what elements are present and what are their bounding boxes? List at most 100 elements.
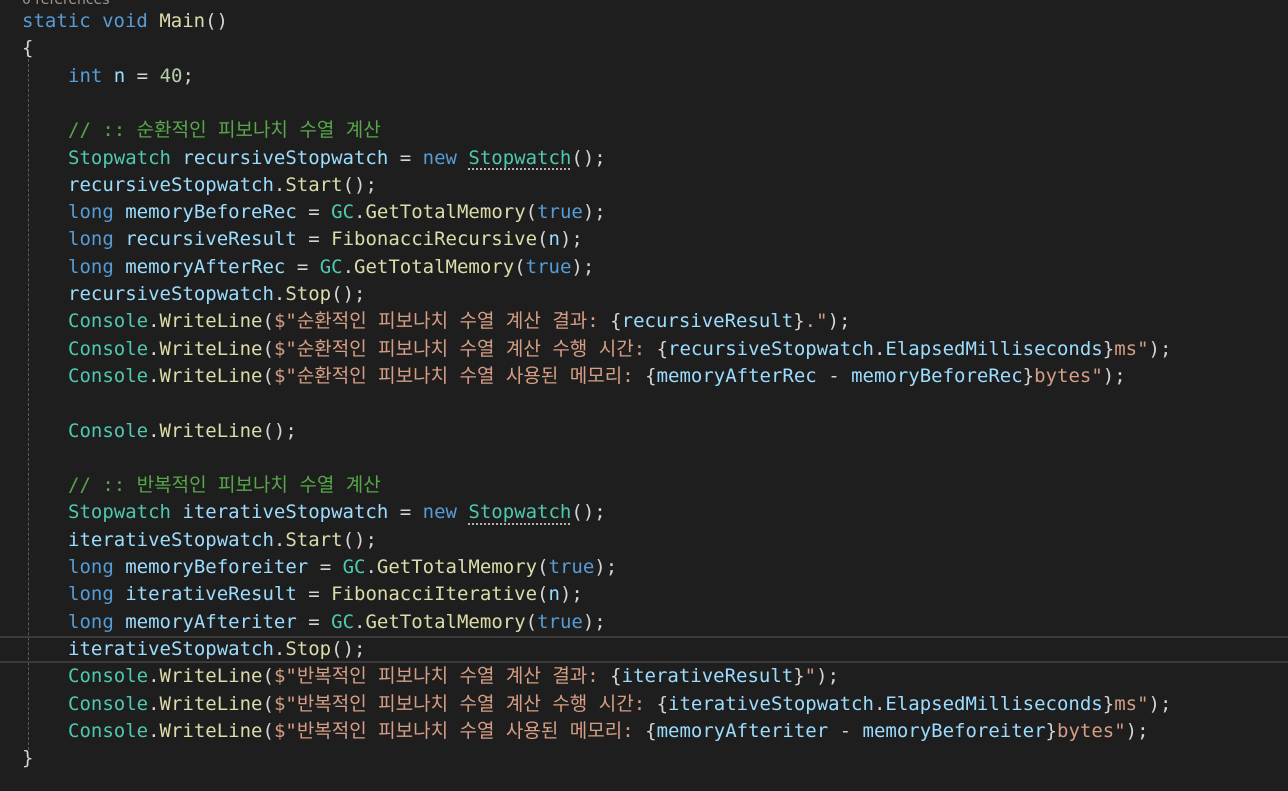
- token-method: WriteLine: [159, 665, 263, 688]
- code-line[interactable]: long memoryAfterRec = GC.GetTotalMemory(…: [0, 254, 1288, 281]
- token-var: iterativeResult: [621, 665, 794, 688]
- token-punct: =: [296, 610, 332, 633]
- token-keyword: long: [68, 201, 114, 224]
- token-punct: );: [559, 228, 583, 251]
- token-number: 40: [159, 64, 183, 87]
- token-string: bytes": [1034, 364, 1103, 387]
- token-punct: .: [354, 610, 366, 633]
- code-line-text: Console.WriteLine();: [68, 418, 297, 445]
- token-keyword: true: [548, 556, 595, 578]
- token-string: $"순환적인 피보나치 수열 계산 결과:: [273, 310, 611, 333]
- token-method: FibonacciIterative: [331, 583, 538, 606]
- token-method: WriteLine: [159, 337, 263, 360]
- token-punct: =: [388, 501, 423, 524]
- code-line[interactable]: Console.WriteLine($"반복적인 피보나치 수열 계산 수행 시…: [0, 691, 1288, 718]
- token-method: WriteLine: [159, 364, 263, 387]
- token-punct: (: [537, 228, 549, 251]
- code-line[interactable]: {: [0, 35, 1288, 62]
- token-punct: );: [559, 583, 583, 606]
- token-method: FibonacciRecursive: [331, 228, 538, 251]
- code-line[interactable]: }: [0, 745, 1288, 772]
- codelens-references[interactable]: 0 references: [22, 0, 110, 8]
- code-line[interactable]: static void Main(): [0, 8, 1288, 35]
- token-method: GetTotalMemory: [365, 201, 526, 224]
- code-line[interactable]: Stopwatch recursiveStopwatch = new Stopw…: [0, 145, 1288, 172]
- token-type: Stopwatch: [468, 501, 572, 524]
- code-line-text: Console.WriteLine($"순환적인 피보나치 수열 계산 수행 시…: [68, 336, 1171, 363]
- token-punct: (: [262, 364, 274, 387]
- code-line[interactable]: Console.WriteLine($"순환적인 피보나치 수열 계산 수행 시…: [0, 336, 1288, 363]
- token-punct: [114, 556, 125, 578]
- token-punct: =: [125, 64, 160, 87]
- token-var: memoryAfterRec: [656, 364, 817, 387]
- code-line[interactable]: Console.WriteLine($"반복적인 피보나치 수열 사용된 메모리…: [0, 718, 1288, 745]
- token-var: recursiveStopwatch: [182, 146, 389, 169]
- code-line[interactable]: Stopwatch iterativeStopwatch = new Stopw…: [0, 499, 1288, 526]
- code-line[interactable]: long recursiveResult = FibonacciRecursiv…: [0, 226, 1288, 253]
- token-var: memoryBeforeiter: [125, 556, 309, 578]
- code-line[interactable]: // :: 반복적인 피보나치 수열 계산: [0, 472, 1288, 499]
- token-punct: [114, 201, 125, 223]
- code-line[interactable]: long memoryAfteriter = GC.GetTotalMemory…: [0, 609, 1288, 636]
- token-punct: ();: [331, 637, 366, 660]
- token-var: ElapsedMilliseconds: [885, 692, 1103, 715]
- token-interp: }: [1045, 719, 1057, 742]
- token-punct: [114, 228, 125, 250]
- current-code-line[interactable]: iterativeStopwatch.Stop();: [0, 635, 1288, 663]
- token-var: n: [548, 228, 560, 251]
- token-type: Console: [68, 364, 149, 387]
- token-keyword: true: [525, 255, 572, 278]
- code-line[interactable]: [0, 90, 1288, 117]
- token-type: Stopwatch: [68, 146, 171, 169]
- token-keyword: new: [422, 146, 457, 169]
- code-line[interactable]: Console.WriteLine($"반복적인 피보나치 수열 계산 결과: …: [0, 663, 1288, 690]
- code-editor[interactable]: 0 references static void Main(){int n = …: [0, 0, 1288, 791]
- token-var: recursiveStopwatch: [68, 173, 274, 196]
- token-punct: [171, 501, 182, 523]
- code-line[interactable]: Console.WriteLine($"순환적인 피보나치 수열 계산 결과: …: [0, 308, 1288, 335]
- token-punct: }: [22, 747, 34, 770]
- code-line[interactable]: long memoryBeforeRec = GC.GetTotalMemory…: [0, 199, 1288, 226]
- code-line[interactable]: iterativeStopwatch.Start();: [0, 527, 1288, 554]
- code-line[interactable]: long memoryBeforeiter = GC.GetTotalMemor…: [0, 554, 1288, 581]
- token-keyword: int: [68, 64, 103, 87]
- code-line[interactable]: Console.WriteLine($"순환적인 피보나치 수열 사용된 메모리…: [0, 363, 1288, 390]
- code-line[interactable]: [0, 445, 1288, 472]
- token-method: GetTotalMemory: [354, 255, 515, 278]
- token-punct: [102, 65, 113, 87]
- token-var: memoryBeforeRec: [125, 201, 297, 224]
- token-interp: {: [656, 337, 669, 360]
- token-string: ": [804, 665, 817, 688]
- token-punct: .: [148, 692, 160, 715]
- token-method: WriteLine: [159, 692, 263, 715]
- code-line[interactable]: long iterativeResult = FibonacciIterativ…: [0, 581, 1288, 608]
- token-punct: .: [148, 364, 160, 387]
- token-var: iterativeStopwatch: [68, 637, 274, 660]
- token-var: memoryBeforeiter: [862, 719, 1046, 742]
- token-punct: =: [308, 556, 343, 578]
- code-line-text: Console.WriteLine($"순환적인 피보나치 수열 사용된 메모리…: [68, 363, 1126, 390]
- token-string: $"순환적인 피보나치 수열 계산 수행 시간:: [273, 337, 657, 360]
- token-punct: -: [828, 719, 863, 742]
- token-punct: ();: [331, 283, 366, 305]
- token-punct: );: [582, 610, 606, 633]
- token-method: WriteLine: [159, 310, 263, 333]
- token-punct: .: [148, 665, 160, 688]
- token-punct: [114, 611, 125, 633]
- code-line[interactable]: int n = 40;: [0, 63, 1288, 90]
- token-type: GC: [331, 610, 355, 633]
- code-line-text: int n = 40;: [68, 63, 194, 90]
- code-line[interactable]: // :: 순환적인 피보나치 수열 계산: [0, 117, 1288, 144]
- code-line[interactable]: [0, 390, 1288, 417]
- token-punct: .: [342, 255, 355, 278]
- token-punct: );: [582, 201, 606, 224]
- token-interp: }: [1102, 692, 1115, 715]
- token-method: Start: [285, 528, 343, 551]
- code-line[interactable]: recursiveStopwatch.Stop();: [0, 281, 1288, 308]
- code-line[interactable]: Console.WriteLine();: [0, 418, 1288, 445]
- code-line[interactable]: recursiveStopwatch.Start();: [0, 172, 1288, 199]
- token-interp: {: [610, 310, 622, 333]
- token-punct: (: [525, 201, 538, 224]
- code-line-text: long memoryBeforeiter = GC.GetTotalMemor…: [68, 554, 617, 581]
- token-string: $"반복적인 피보나치 수열 사용된 메모리:: [273, 719, 646, 742]
